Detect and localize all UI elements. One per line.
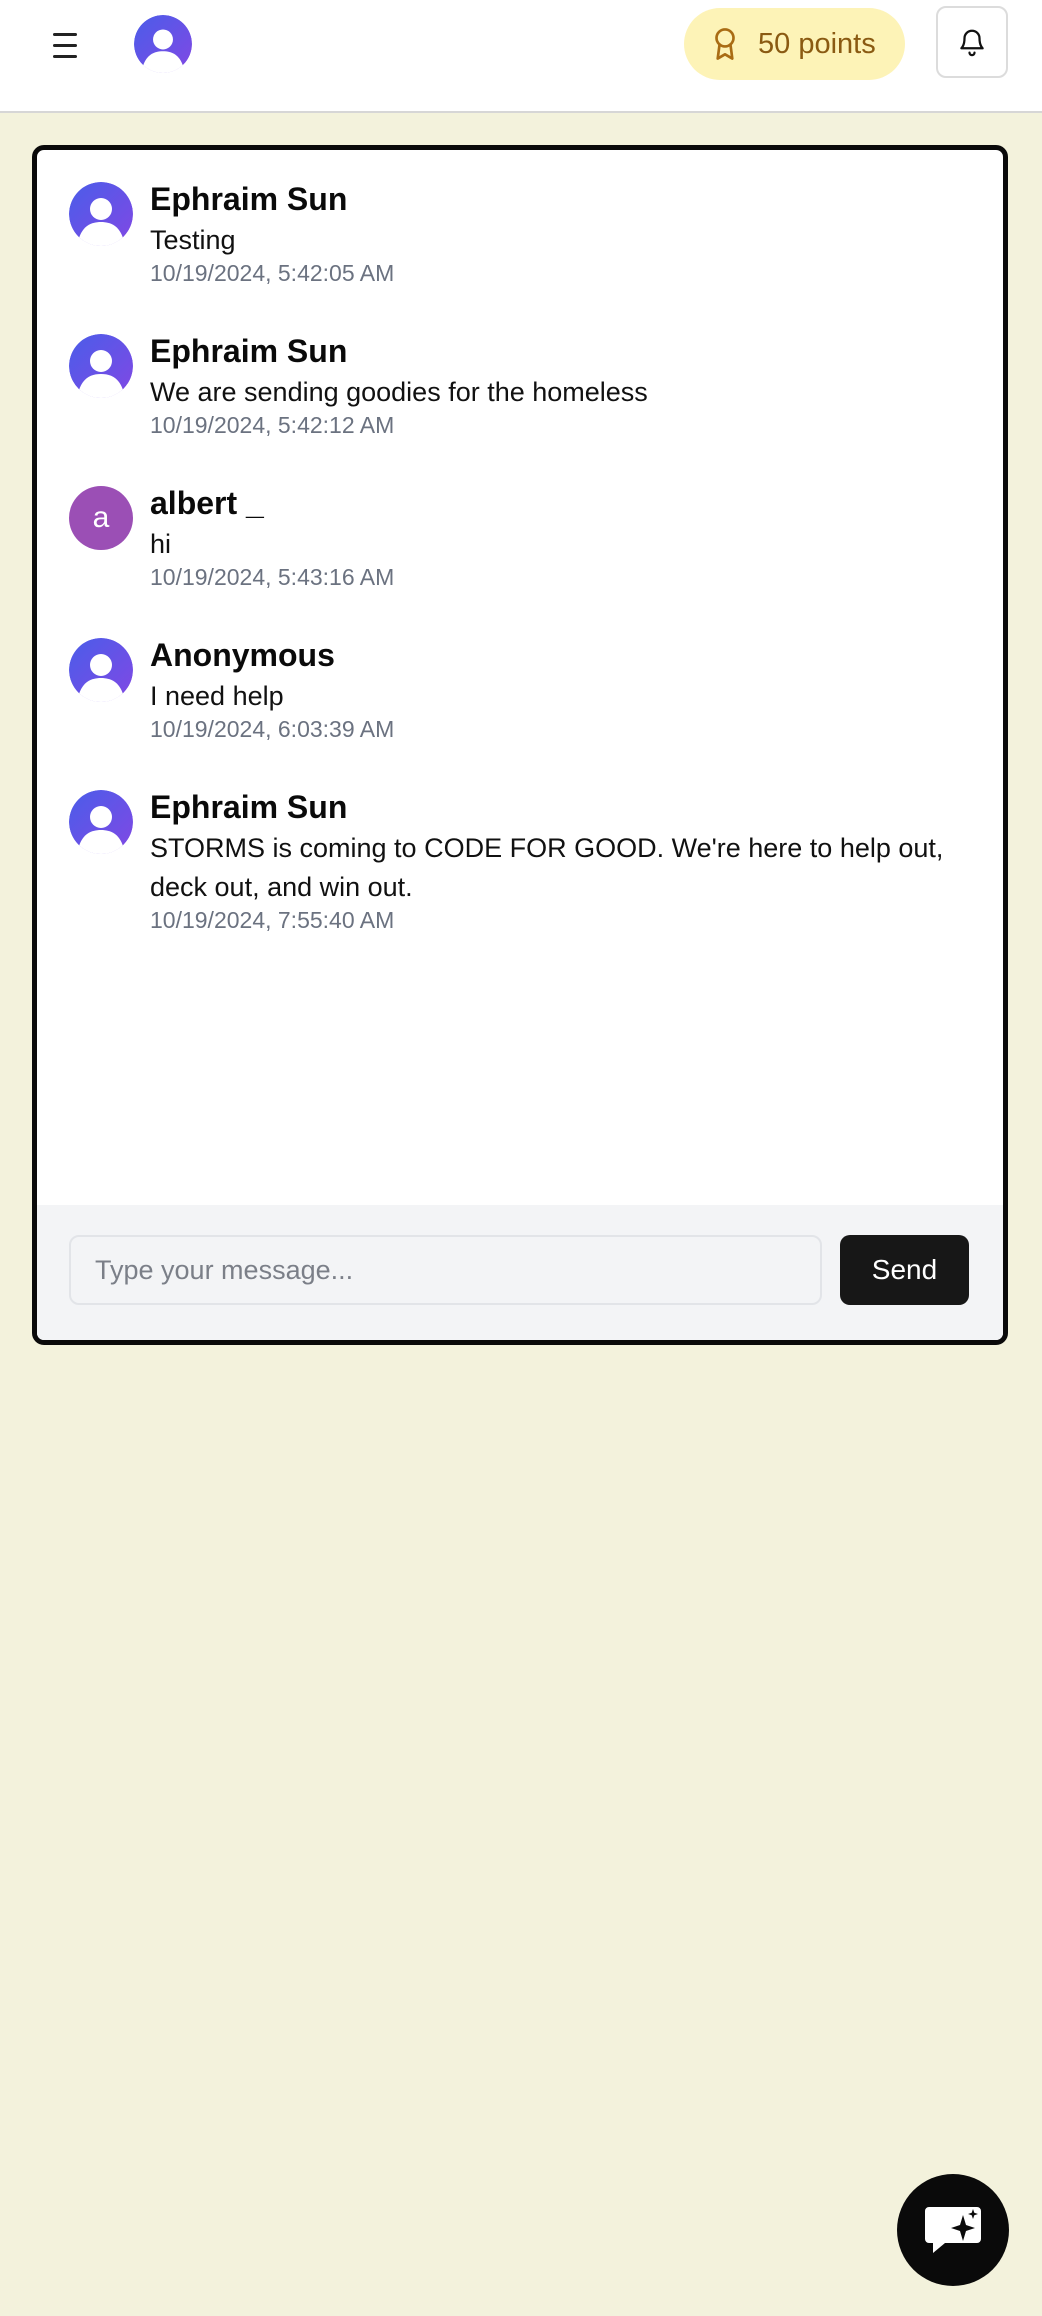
message-list[interactable]: Ephraim Sun Testing 10/19/2024, 5:42:05 …	[37, 150, 1003, 1205]
message-author: albert _	[150, 485, 264, 521]
message-text: We are sending goodies for the homeless	[150, 377, 648, 407]
message-composer: Send	[37, 1205, 1003, 1340]
letter-avatar: a	[69, 486, 133, 550]
message-timestamp: 10/19/2024, 5:43:16 AM	[150, 564, 395, 590]
notifications-button[interactable]	[936, 6, 1008, 78]
ai-chat-button[interactable]	[897, 2174, 1009, 2286]
message-author: Ephraim Sun	[150, 333, 348, 369]
message-timestamp: 10/19/2024, 5:42:05 AM	[150, 260, 395, 286]
user-avatar-icon[interactable]	[134, 15, 192, 73]
default-user-avatar-icon	[69, 790, 133, 854]
message-text: Testing	[150, 225, 236, 255]
default-user-avatar-icon	[69, 182, 133, 246]
message-author: Anonymous	[150, 637, 335, 673]
default-user-avatar-icon	[69, 334, 133, 398]
message-text: STORMS is coming to CODE FOR GOOD. We're…	[150, 833, 944, 902]
ai-chat-sparkle-icon	[925, 2207, 981, 2253]
points-badge[interactable]: 50 points	[684, 8, 905, 80]
hamburger-menu-icon[interactable]	[53, 30, 83, 58]
message-text: hi	[150, 529, 172, 559]
send-button[interactable]: Send	[840, 1235, 969, 1305]
top-bar: 50 points	[0, 0, 1042, 113]
message-input[interactable]	[69, 1235, 822, 1305]
award-ribbon-icon	[715, 28, 735, 60]
message-text: I need help	[150, 681, 284, 711]
bell-icon	[960, 29, 984, 57]
message-author: Ephraim Sun	[150, 789, 348, 825]
message-timestamp: 10/19/2024, 6:03:39 AM	[150, 716, 395, 742]
points-label: 50 points	[758, 27, 876, 60]
default-user-avatar-icon	[69, 638, 133, 702]
message-author: Ephraim Sun	[150, 181, 348, 217]
message-timestamp: 10/19/2024, 7:55:40 AM	[150, 907, 395, 933]
chat-panel: Ephraim Sun Testing 10/19/2024, 5:42:05 …	[32, 145, 1008, 1345]
message-timestamp: 10/19/2024, 5:42:12 AM	[150, 412, 395, 438]
